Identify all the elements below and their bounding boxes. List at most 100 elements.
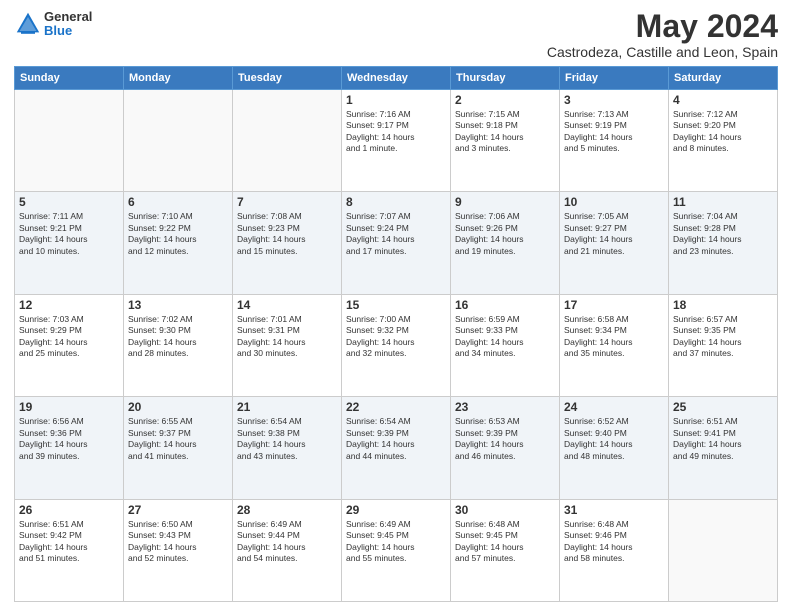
calendar-day-22: 22 Sunrise: 6:54 AM Sunset: 9:39 PM Dayli…: [342, 397, 451, 499]
calendar-day-4: 4 Sunrise: 7:12 AM Sunset: 9:20 PM Daylig…: [669, 90, 778, 192]
day-number: 7: [237, 195, 337, 209]
calendar-week-4: 19 Sunrise: 6:56 AM Sunset: 9:36 PM Dayli…: [15, 397, 778, 499]
calendar-day-13: 13Sunrise: 7:02 AM Sunset: 9:30 PM Dayli…: [124, 294, 233, 396]
day-number: 16: [455, 298, 555, 312]
day-info: Sunrise: 7:02 AM Sunset: 9:30 PM Dayligh…: [128, 314, 228, 360]
day-number: 21: [237, 400, 337, 414]
calendar-day-10: 10Sunrise: 7:05 AM Sunset: 9:27 PM Dayli…: [560, 192, 669, 294]
calendar-day-21: 21 Sunrise: 6:54 AM Sunset: 9:38 PM Dayli…: [233, 397, 342, 499]
day-number: 28: [237, 503, 337, 517]
day-header-saturday: Saturday: [669, 67, 778, 90]
calendar-week-1: 1 Sunrise: 7:16 AM Sunset: 9:17 PM Daylig…: [15, 90, 778, 192]
calendar-day-11: 11Sunrise: 7:04 AM Sunset: 9:28 PM Dayli…: [669, 192, 778, 294]
day-number: 6: [128, 195, 228, 209]
day-info: Sunrise: 6:58 AM Sunset: 9:34 PM Dayligh…: [564, 314, 664, 360]
day-info: Sunrise: 7:12 AM Sunset: 9:20 PM Dayligh…: [673, 109, 773, 155]
title-block: May 2024 Castrodeza, Castille and Leon, …: [547, 10, 778, 60]
day-number: 1: [346, 93, 446, 107]
calendar-header-row: SundayMondayTuesdayWednesdayThursdayFrid…: [15, 67, 778, 90]
calendar-day-24: 24Sunrise: 6:52 AM Sunset: 9:40 PM Dayli…: [560, 397, 669, 499]
day-info: Sunrise: 7:01 AM Sunset: 9:31 PM Dayligh…: [237, 314, 337, 360]
calendar-day-27: 27Sunrise: 6:50 AM Sunset: 9:43 PM Dayli…: [124, 499, 233, 601]
calendar-day-14: 14 Sunrise: 7:01 AM Sunset: 9:31 PM Dayli…: [233, 294, 342, 396]
calendar-day-31: 31Sunrise: 6:48 AM Sunset: 9:46 PM Dayli…: [560, 499, 669, 601]
calendar-week-3: 12 Sunrise: 7:03 AM Sunset: 9:29 PM Dayli…: [15, 294, 778, 396]
day-info: Sunrise: 6:57 AM Sunset: 9:35 PM Dayligh…: [673, 314, 773, 360]
calendar-day-7: 7 Sunrise: 7:08 AM Sunset: 9:23 PM Daylig…: [233, 192, 342, 294]
calendar-empty-cell: [669, 499, 778, 601]
day-info: Sunrise: 7:13 AM Sunset: 9:19 PM Dayligh…: [564, 109, 664, 155]
calendar-empty-cell: [124, 90, 233, 192]
logo-general-text: General: [44, 10, 92, 24]
day-header-thursday: Thursday: [451, 67, 560, 90]
day-number: 24: [564, 400, 664, 414]
day-info: Sunrise: 7:07 AM Sunset: 9:24 PM Dayligh…: [346, 211, 446, 257]
calendar-day-29: 29 Sunrise: 6:49 AM Sunset: 9:45 PM Dayli…: [342, 499, 451, 601]
location-title: Castrodeza, Castille and Leon, Spain: [547, 44, 778, 60]
calendar-day-1: 1 Sunrise: 7:16 AM Sunset: 9:17 PM Daylig…: [342, 90, 451, 192]
day-info: Sunrise: 6:56 AM Sunset: 9:36 PM Dayligh…: [19, 416, 119, 462]
calendar-day-18: 18 Sunrise: 6:57 AM Sunset: 9:35 PM Dayli…: [669, 294, 778, 396]
day-number: 20: [128, 400, 228, 414]
day-info: Sunrise: 6:48 AM Sunset: 9:46 PM Dayligh…: [564, 519, 664, 565]
calendar-day-28: 28Sunrise: 6:49 AM Sunset: 9:44 PM Dayli…: [233, 499, 342, 601]
calendar-day-26: 26Sunrise: 6:51 AM Sunset: 9:42 PM Dayli…: [15, 499, 124, 601]
page: General Blue May 2024 Castrodeza, Castil…: [0, 0, 792, 612]
calendar-day-2: 2 Sunrise: 7:15 AM Sunset: 9:18 PM Daylig…: [451, 90, 560, 192]
day-header-wednesday: Wednesday: [342, 67, 451, 90]
day-info: Sunrise: 6:53 AM Sunset: 9:39 PM Dayligh…: [455, 416, 555, 462]
calendar-day-25: 25Sunrise: 6:51 AM Sunset: 9:41 PM Dayli…: [669, 397, 778, 499]
calendar-day-6: 6 Sunrise: 7:10 AM Sunset: 9:22 PM Daylig…: [124, 192, 233, 294]
day-info: Sunrise: 7:11 AM Sunset: 9:21 PM Dayligh…: [19, 211, 119, 257]
day-info: Sunrise: 7:10 AM Sunset: 9:22 PM Dayligh…: [128, 211, 228, 257]
day-number: 25: [673, 400, 773, 414]
calendar-week-5: 26Sunrise: 6:51 AM Sunset: 9:42 PM Dayli…: [15, 499, 778, 601]
calendar-day-30: 30Sunrise: 6:48 AM Sunset: 9:45 PM Dayli…: [451, 499, 560, 601]
logo-icon: [14, 10, 42, 38]
logo-text: General Blue: [44, 10, 92, 39]
day-number: 18: [673, 298, 773, 312]
day-number: 2: [455, 93, 555, 107]
day-number: 11: [673, 195, 773, 209]
day-number: 22: [346, 400, 446, 414]
calendar-day-3: 3 Sunrise: 7:13 AM Sunset: 9:19 PM Daylig…: [560, 90, 669, 192]
calendar-week-2: 5 Sunrise: 7:11 AM Sunset: 9:21 PM Daylig…: [15, 192, 778, 294]
day-info: Sunrise: 6:55 AM Sunset: 9:37 PM Dayligh…: [128, 416, 228, 462]
day-info: Sunrise: 7:03 AM Sunset: 9:29 PM Dayligh…: [19, 314, 119, 360]
calendar-day-17: 17 Sunrise: 6:58 AM Sunset: 9:34 PM Dayli…: [560, 294, 669, 396]
day-header-monday: Monday: [124, 67, 233, 90]
day-number: 26: [19, 503, 119, 517]
day-info: Sunrise: 6:59 AM Sunset: 9:33 PM Dayligh…: [455, 314, 555, 360]
day-info: Sunrise: 7:08 AM Sunset: 9:23 PM Dayligh…: [237, 211, 337, 257]
day-info: Sunrise: 6:49 AM Sunset: 9:45 PM Dayligh…: [346, 519, 446, 565]
day-number: 10: [564, 195, 664, 209]
day-number: 27: [128, 503, 228, 517]
calendar-day-19: 19 Sunrise: 6:56 AM Sunset: 9:36 PM Dayli…: [15, 397, 124, 499]
day-number: 8: [346, 195, 446, 209]
day-info: Sunrise: 6:54 AM Sunset: 9:39 PM Dayligh…: [346, 416, 446, 462]
calendar-empty-cell: [233, 90, 342, 192]
day-number: 17: [564, 298, 664, 312]
day-header-tuesday: Tuesday: [233, 67, 342, 90]
calendar-day-16: 16 Sunrise: 6:59 AM Sunset: 9:33 PM Dayli…: [451, 294, 560, 396]
calendar-day-15: 15 Sunrise: 7:00 AM Sunset: 9:32 PM Dayli…: [342, 294, 451, 396]
day-number: 4: [673, 93, 773, 107]
header: General Blue May 2024 Castrodeza, Castil…: [14, 10, 778, 60]
month-title: May 2024: [547, 10, 778, 42]
day-info: Sunrise: 7:16 AM Sunset: 9:17 PM Dayligh…: [346, 109, 446, 155]
day-number: 29: [346, 503, 446, 517]
calendar-day-8: 8 Sunrise: 7:07 AM Sunset: 9:24 PM Daylig…: [342, 192, 451, 294]
day-number: 19: [19, 400, 119, 414]
day-number: 14: [237, 298, 337, 312]
day-number: 3: [564, 93, 664, 107]
calendar-day-9: 9Sunrise: 7:06 AM Sunset: 9:26 PM Daylig…: [451, 192, 560, 294]
day-number: 15: [346, 298, 446, 312]
day-number: 12: [19, 298, 119, 312]
logo: General Blue: [14, 10, 92, 39]
day-number: 5: [19, 195, 119, 209]
day-info: Sunrise: 7:00 AM Sunset: 9:32 PM Dayligh…: [346, 314, 446, 360]
calendar-empty-cell: [15, 90, 124, 192]
day-info: Sunrise: 7:15 AM Sunset: 9:18 PM Dayligh…: [455, 109, 555, 155]
day-info: Sunrise: 6:54 AM Sunset: 9:38 PM Dayligh…: [237, 416, 337, 462]
calendar-day-20: 20 Sunrise: 6:55 AM Sunset: 9:37 PM Dayli…: [124, 397, 233, 499]
